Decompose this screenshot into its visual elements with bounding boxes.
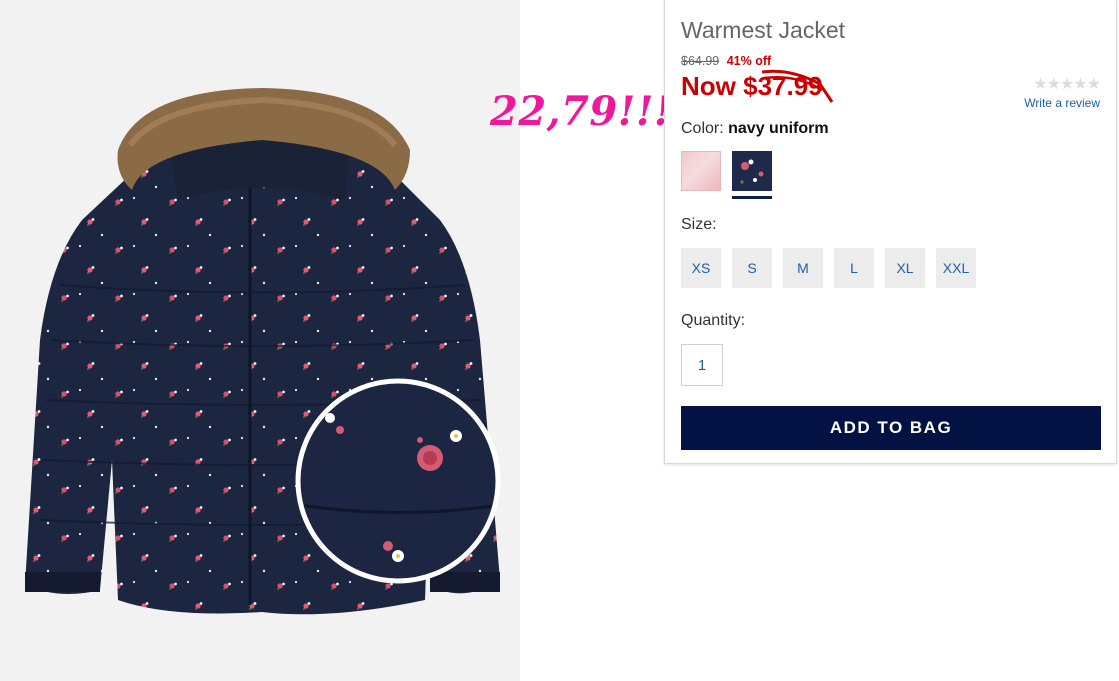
price-annotation: 22,79!!! (490, 88, 672, 135)
color-label-prefix: Color: (681, 120, 729, 137)
size-option-s[interactable]: S (732, 248, 772, 288)
selected-color: navy uniform (728, 120, 829, 137)
add-to-bag-button[interactable]: ADD TO BAG (681, 406, 1101, 450)
size-option-l[interactable]: L (834, 248, 874, 288)
selected-swatch-indicator (732, 196, 772, 199)
write-review-link[interactable]: Write a review (1024, 96, 1100, 110)
size-option-m[interactable]: M (783, 248, 823, 288)
price-strike-scribble (761, 69, 834, 103)
navy-swatch-pattern (733, 152, 771, 190)
now-label: Now (681, 71, 744, 101)
size-option-xs[interactable]: XS (681, 248, 721, 288)
jacket-illustration (25, 88, 501, 615)
quantity-label: Quantity: (681, 312, 746, 329)
price-row: $64.99 41% off (681, 54, 771, 68)
product-title: Warmest Jacket (681, 17, 846, 43)
size-option-xl[interactable]: XL (885, 248, 925, 288)
original-price: $64.99 (681, 54, 720, 68)
color-swatch-pink[interactable] (681, 151, 721, 191)
size-option-xxl[interactable]: XXL (936, 248, 976, 288)
product-image (0, 0, 520, 681)
quantity-input[interactable]: 1 (681, 344, 723, 386)
product-panel: Warmest Jacket $64.99 41% off Now $37.99… (664, 0, 1117, 464)
rating: ★★★★★ Write a review (1024, 74, 1101, 110)
color-swatch-navy-uniform[interactable] (732, 151, 772, 191)
color-label: Color: navy uniform (681, 120, 829, 138)
rating-stars[interactable]: ★★★★★ (1024, 74, 1101, 94)
size-label: Size: (681, 216, 717, 233)
